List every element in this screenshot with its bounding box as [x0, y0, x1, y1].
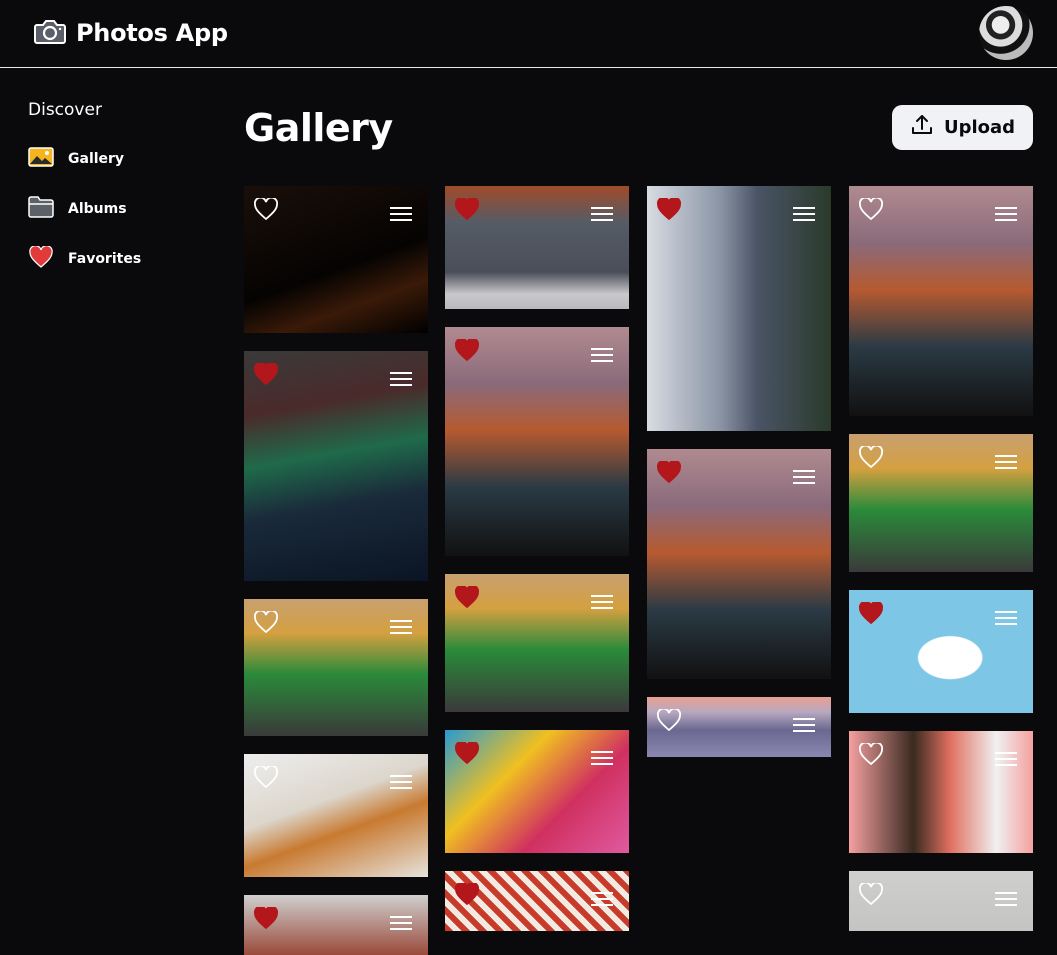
hamburger-menu-icon[interactable] — [995, 610, 1017, 625]
photo-card[interactable] — [849, 186, 1033, 416]
heart-icon — [28, 245, 54, 272]
photo-card[interactable] — [244, 186, 428, 333]
photo-card[interactable] — [849, 871, 1033, 931]
sidebar-item-label: Gallery — [68, 151, 125, 167]
photo-card[interactable] — [244, 754, 428, 877]
heart-filled-icon[interactable] — [455, 584, 479, 609]
heart-filled-icon[interactable] — [455, 881, 479, 906]
heart-filled-icon[interactable] — [254, 361, 278, 386]
hamburger-menu-icon[interactable] — [995, 206, 1017, 221]
sidebar-item-albums[interactable]: Albums — [28, 184, 218, 234]
folder-icon — [28, 196, 54, 222]
sidebar-item-favorites[interactable]: Favorites — [28, 234, 218, 284]
app-title: Photos App — [76, 19, 228, 47]
photo-card[interactable] — [445, 327, 629, 556]
hamburger-menu-icon[interactable] — [591, 206, 613, 221]
image-icon — [28, 147, 54, 171]
heart-filled-icon[interactable] — [859, 600, 883, 625]
photo-card[interactable] — [445, 186, 629, 309]
sidebar-item-label: Albums — [68, 201, 127, 217]
heart-filled-icon[interactable] — [455, 337, 479, 362]
page-title: Gallery — [244, 106, 393, 150]
avatar[interactable] — [979, 6, 1033, 60]
top-bar: Photos App — [0, 0, 1057, 68]
hamburger-menu-icon[interactable] — [995, 751, 1017, 766]
heart-outline-icon[interactable] — [254, 609, 278, 634]
sidebar-item-label: Favorites — [68, 251, 142, 267]
heart-filled-icon[interactable] — [657, 196, 681, 221]
heart-filled-icon[interactable] — [455, 740, 479, 765]
brand[interactable]: Photos App — [34, 17, 228, 49]
hamburger-menu-icon[interactable] — [390, 619, 412, 634]
photo-card[interactable] — [647, 186, 831, 431]
hamburger-menu-icon[interactable] — [793, 469, 815, 484]
photo-card[interactable] — [244, 351, 428, 581]
heart-filled-icon[interactable] — [657, 459, 681, 484]
heart-outline-icon[interactable] — [859, 444, 883, 469]
heart-outline-icon[interactable] — [254, 196, 278, 221]
upload-icon — [910, 113, 934, 142]
hamburger-menu-icon[interactable] — [995, 454, 1017, 469]
heart-outline-icon[interactable] — [657, 707, 681, 732]
sidebar-item-gallery[interactable]: Gallery — [28, 134, 218, 184]
photo-card[interactable] — [849, 590, 1033, 713]
hamburger-menu-icon[interactable] — [390, 915, 412, 930]
upload-label: Upload — [943, 117, 1016, 138]
sidebar-heading: Discover — [28, 100, 102, 120]
camera-icon — [34, 17, 66, 49]
hamburger-menu-icon[interactable] — [390, 206, 412, 221]
hamburger-menu-icon[interactable] — [591, 750, 613, 765]
photo-card[interactable] — [244, 895, 428, 955]
heart-outline-icon[interactable] — [859, 196, 883, 221]
upload-button[interactable]: Upload — [892, 105, 1033, 150]
photo-card[interactable] — [849, 434, 1033, 572]
hamburger-menu-icon[interactable] — [793, 717, 815, 732]
heart-outline-icon[interactable] — [254, 764, 278, 789]
hamburger-menu-icon[interactable] — [390, 371, 412, 386]
photo-card[interactable] — [445, 730, 629, 853]
heart-filled-icon[interactable] — [254, 905, 278, 930]
hamburger-menu-icon[interactable] — [995, 891, 1017, 906]
heart-outline-icon[interactable] — [859, 741, 883, 766]
heart-filled-icon[interactable] — [455, 196, 479, 221]
photo-card[interactable] — [445, 871, 629, 931]
hamburger-menu-icon[interactable] — [390, 774, 412, 789]
photo-card[interactable] — [647, 697, 831, 757]
photo-card[interactable] — [445, 574, 629, 712]
sidebar: Discover Gallery Albums Favorites — [28, 100, 218, 284]
photo-card[interactable] — [244, 599, 428, 736]
hamburger-menu-icon[interactable] — [591, 891, 613, 906]
hamburger-menu-icon[interactable] — [591, 594, 613, 609]
photo-card[interactable] — [849, 731, 1033, 853]
hamburger-menu-icon[interactable] — [793, 206, 815, 221]
heart-outline-icon[interactable] — [859, 881, 883, 906]
photo-card[interactable] — [647, 449, 831, 679]
hamburger-menu-icon[interactable] — [591, 347, 613, 362]
